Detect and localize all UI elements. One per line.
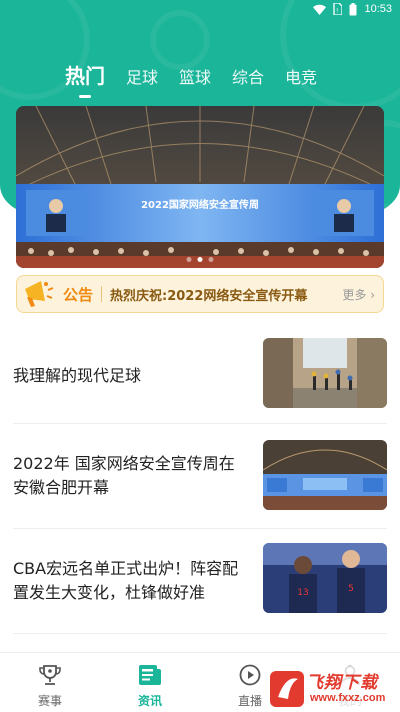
svg-text:13: 13 (297, 588, 308, 598)
tab-esports[interactable]: 电竞 (285, 68, 317, 88)
battery-icon (349, 2, 357, 15)
category-tabs: 热门 足球 篮球 综合 电竞 (65, 52, 338, 88)
nav-label: 直播 (237, 694, 262, 708)
watermark-url: www.fxxz.com (310, 692, 386, 704)
news-thumbnail (263, 338, 387, 408)
tab-general[interactable]: 综合 (232, 68, 264, 88)
trophy-icon (39, 665, 61, 685)
nav-label: 资讯 (137, 694, 162, 708)
more-label: 更多 (342, 287, 367, 302)
more-link[interactable]: 更多 › (342, 286, 375, 303)
banner-screen-text: 2022国家网络安全宣传周 (141, 198, 259, 211)
announcement-tag: 公告 (63, 285, 94, 304)
carousel-dot[interactable] (186, 257, 192, 262)
news-item[interactable]: CBA宏远名单正式出炉！阵容配置发生大变化，杜锋做好准 13 5 (13, 529, 387, 634)
news-title: 我理解的现代足球 (13, 365, 142, 385)
tab-basketball[interactable]: 篮球 (179, 68, 211, 88)
site-watermark: 飞翔下载 www.fxxz.com (266, 666, 400, 712)
sim-icon: ! (333, 3, 343, 15)
carousel-indicator (186, 257, 214, 262)
nav-label: 赛事 (37, 694, 62, 708)
nav-news[interactable]: 资讯 (100, 653, 200, 712)
megaphone-icon (19, 275, 59, 313)
news-list: 我理解的现代足球 2022年 国家网络安全宣传周在安徽合肥开幕 CBA宏远名单正… (0, 328, 400, 634)
nav-events[interactable]: 赛事 (0, 653, 100, 712)
tab-football[interactable]: 足球 (126, 68, 158, 88)
news-thumbnail (263, 440, 387, 510)
svg-text:!: ! (336, 8, 338, 15)
clock: 10:53 (364, 3, 392, 15)
news-thumbnail: 13 5 (263, 543, 387, 613)
wifi-icon (313, 4, 327, 15)
status-bar: ! 10:53 (0, 0, 400, 18)
news-title: 2022年 国家网络安全宣传周在安徽合肥开幕 (13, 454, 235, 497)
watermark-logo-icon (270, 671, 304, 707)
banner-image: 2022国家网络安全宣传周 (16, 106, 384, 268)
watermark-brand: 飞翔下载 (306, 673, 378, 693)
carousel-dot-active[interactable] (197, 257, 203, 262)
news-item[interactable]: 我理解的现代足球 (13, 328, 387, 424)
news-icon (139, 665, 161, 685)
notice-divider (101, 286, 103, 302)
news-title: CBA宏远名单正式出炉！阵容配置发生大变化，杜锋做好准 (13, 559, 239, 602)
announcement-text: 热烈庆祝:2022网络安全宣传开幕 (110, 288, 308, 304)
announcement-bar[interactable]: 公告 热烈庆祝:2022网络安全宣传开幕 更多 › (16, 275, 384, 313)
play-icon (239, 664, 261, 686)
tab-hot[interactable]: 热门 (65, 64, 105, 88)
svg-text:5: 5 (348, 584, 354, 594)
banner-carousel[interactable]: 2022国家网络安全宣传周 (16, 106, 384, 268)
news-item[interactable]: 2022年 国家网络安全宣传周在安徽合肥开幕 (13, 424, 387, 529)
carousel-dot[interactable] (208, 257, 214, 262)
